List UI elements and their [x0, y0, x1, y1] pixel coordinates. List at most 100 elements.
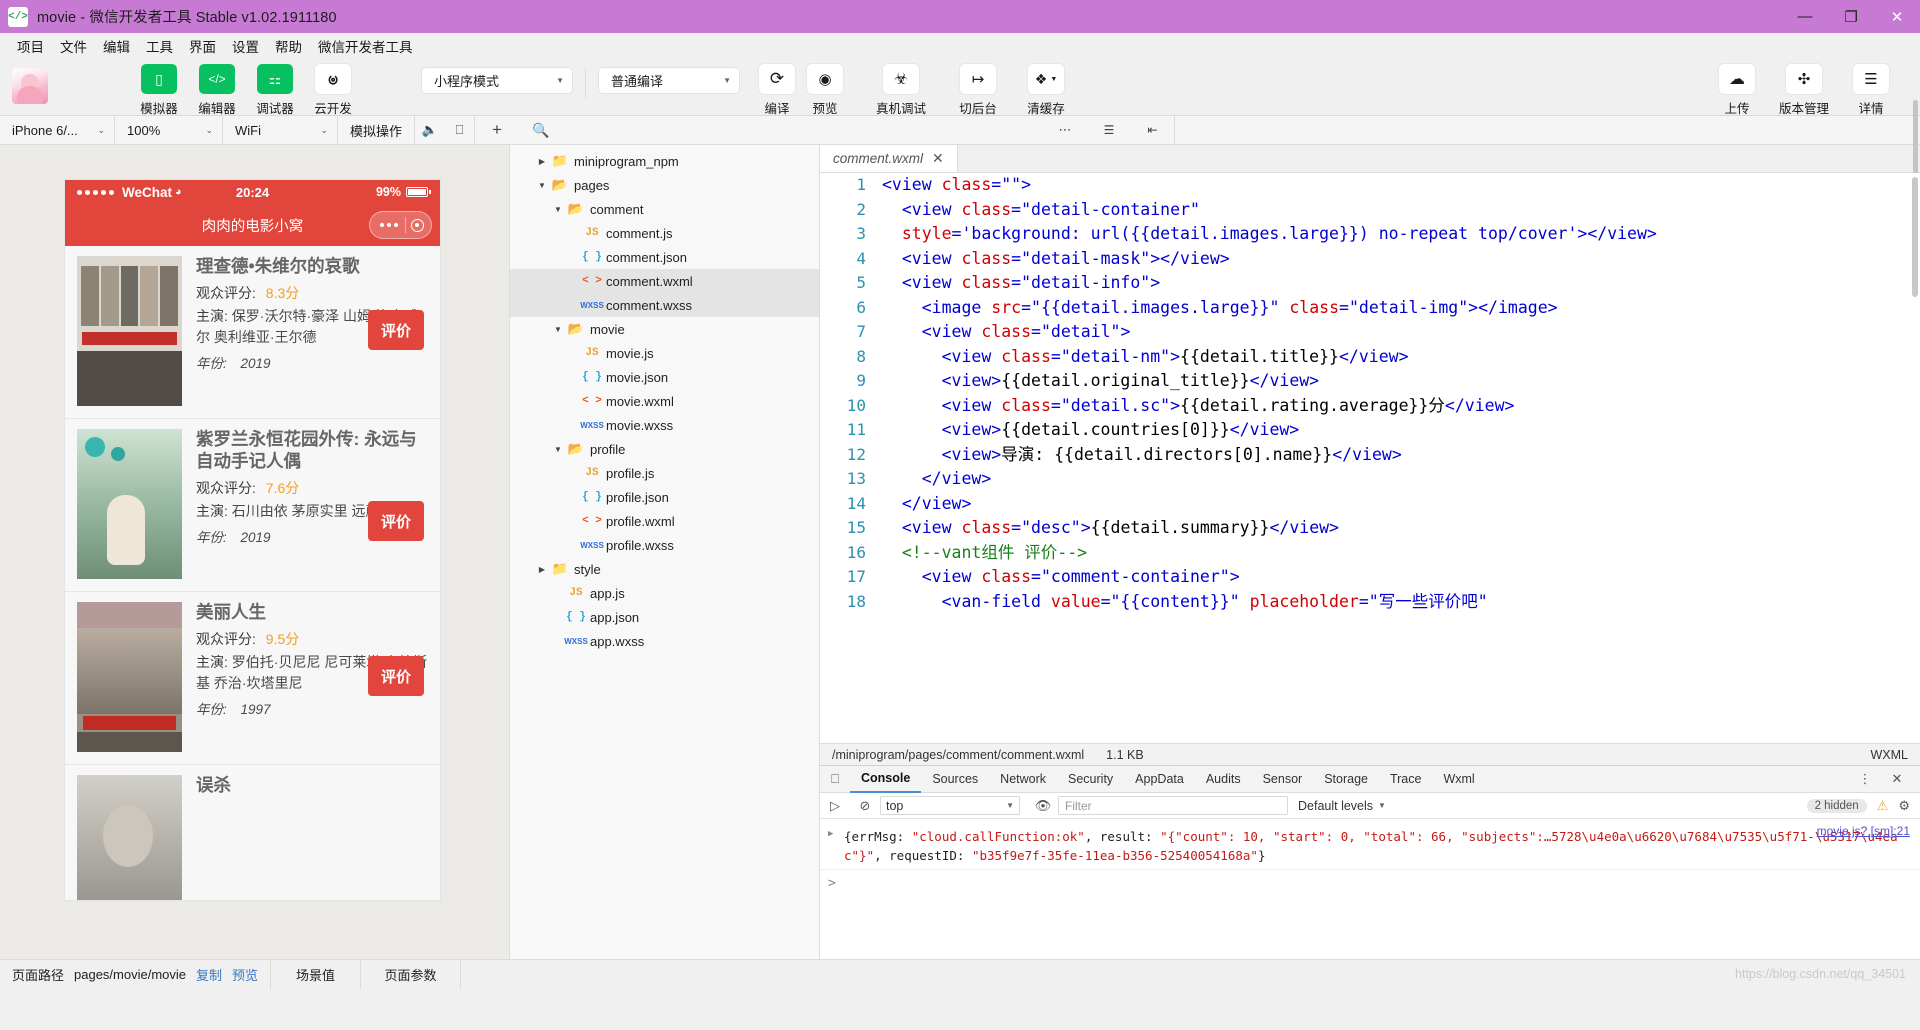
toggle-debugger-button[interactable]: ⚏ 调试器: [246, 64, 304, 117]
comment-button[interactable]: 评价: [368, 501, 424, 541]
compile-select[interactable]: 普通编译 ▼: [599, 68, 739, 93]
compile-button[interactable]: ⟳ 编译: [753, 64, 801, 117]
tree-file[interactable]: < > movie.wxml: [510, 389, 819, 413]
code-content[interactable]: <view class="detail-nm">{{detail.title}}…: [882, 345, 1920, 370]
close-icon[interactable]: ✕: [1882, 771, 1912, 787]
upload-button[interactable]: ☁ 上传: [1706, 64, 1768, 117]
real-device-debug-button[interactable]: ☣ 真机调试: [865, 64, 937, 117]
play-icon[interactable]: ▷: [820, 798, 850, 814]
clear-cache-button[interactable]: ❖ ▼ 清缓存: [1015, 64, 1077, 117]
movie-list[interactable]: 理查德•朱维尔的哀歌 观众评分: 8.3分 主演: 保罗·沃尔特·豪泽 山姆·洛…: [65, 246, 440, 900]
scene-value-cell[interactable]: 场景值: [271, 959, 362, 989]
details-button[interactable]: ☰ 详情: [1840, 64, 1902, 117]
code-content[interactable]: <view class="detail">: [882, 320, 1920, 345]
settings-icon[interactable]: ⚙: [1898, 798, 1910, 814]
simulate-action-button[interactable]: 模拟操作: [338, 115, 416, 145]
code-content[interactable]: </view>: [882, 467, 1920, 492]
code-content[interactable]: </view>: [882, 492, 1920, 517]
code-content[interactable]: <view class="detail-info">: [882, 271, 1920, 296]
code-content[interactable]: <van-field value="{{content}}" placehold…: [882, 590, 1920, 615]
code-content[interactable]: <view>{{detail.countries[0]}}</view>: [882, 418, 1920, 443]
wechat-capsule[interactable]: [369, 211, 432, 239]
window-icon[interactable]: ⎕: [445, 115, 476, 145]
network-select[interactable]: WiFi ⌄: [223, 115, 338, 145]
devtools-tab-console[interactable]: Console: [850, 766, 922, 793]
movie-list-item[interactable]: 理查德•朱维尔的哀歌 观众评分: 8.3分 主演: 保罗·沃尔特·豪泽 山姆·洛…: [65, 246, 440, 419]
tree-file[interactable]: WXSS profile.wxss: [510, 533, 819, 557]
warning-icon[interactable]: ⚠: [1877, 798, 1889, 814]
preview-button[interactable]: ◉ 预览: [801, 64, 849, 117]
menu-item-devtools[interactable]: 微信开发者工具: [310, 34, 421, 58]
device-select[interactable]: iPhone 6/... ⌄: [0, 115, 115, 145]
devtools-tab-sensor[interactable]: Sensor: [1252, 766, 1314, 793]
editor-tab-comment-wxml[interactable]: comment.wxml ✕: [820, 145, 958, 172]
code-content[interactable]: <view>导演: {{detail.directors[0].name}}</…: [882, 443, 1920, 468]
chevron-right-icon[interactable]: ▶: [534, 157, 550, 166]
code-content[interactable]: <view>{{detail.original_title}}</view>: [882, 369, 1920, 394]
version-control-button[interactable]: ✣ 版本管理: [1768, 64, 1840, 117]
toggle-simulator-button[interactable]: ▯ 模拟器: [130, 64, 188, 117]
tree-file[interactable]: JS profile.js: [510, 461, 819, 485]
tree-file[interactable]: WXSS app.wxss: [510, 629, 819, 653]
tree-file[interactable]: { } app.json: [510, 605, 819, 629]
movie-list-item[interactable]: 紫罗兰永恒花园外传: 永远与自动手记人偶 观众评分: 7.6分 主演: 石川由依…: [65, 419, 440, 592]
console-context-select[interactable]: top ▼: [880, 796, 1020, 815]
tree-file[interactable]: < > profile.wxml: [510, 509, 819, 533]
menu-item-settings[interactable]: 设置: [224, 34, 267, 58]
tree-file[interactable]: { } comment.json: [510, 245, 819, 269]
editor-scrollbar[interactable]: [1912, 177, 1918, 297]
maximize-button[interactable]: ❐: [1828, 0, 1874, 33]
code-content[interactable]: <image src="{{detail.images.large}}" cla…: [882, 296, 1920, 321]
console-output[interactable]: movie.js? [sm]:21 ▶ {errMsg: "cloud.call…: [820, 819, 1920, 959]
chevron-down-icon[interactable]: ▼: [550, 205, 566, 214]
devtools-tab-security[interactable]: Security: [1057, 766, 1124, 793]
code-content[interactable]: style='background: url({{detail.images.l…: [882, 222, 1920, 247]
clear-console-icon[interactable]: ⊘: [850, 798, 880, 814]
more-icon[interactable]: ⋯: [1043, 116, 1087, 145]
close-button[interactable]: ✕: [1874, 0, 1920, 33]
tree-file[interactable]: WXSS comment.wxss: [510, 293, 819, 317]
console-levels-select[interactable]: Default levels ▼: [1298, 799, 1386, 813]
tree-file[interactable]: < > comment.wxml: [510, 269, 819, 293]
capsule-more-icon[interactable]: [373, 223, 405, 227]
copy-path-link[interactable]: 复制: [196, 965, 222, 984]
tree-file[interactable]: JS comment.js: [510, 221, 819, 245]
sidebar-toggle-icon[interactable]: ⇤: [1131, 115, 1175, 145]
comment-button[interactable]: 评价: [368, 310, 424, 350]
inspect-icon[interactable]: ⎕: [820, 771, 850, 787]
page-params-cell[interactable]: 页面参数: [361, 959, 462, 989]
user-avatar[interactable]: [12, 68, 48, 104]
file-tree[interactable]: ▶ 📁 miniprogram_npm ▼ 📂 pages ▼ 📂 comment JS comme…: [510, 145, 819, 959]
menu-item-file[interactable]: 文件: [52, 34, 95, 58]
movie-list-item[interactable]: 美丽人生 观众评分: 9.5分 主演: 罗伯托·贝尼尼 尼可莱塔·布拉斯基 乔治…: [65, 592, 440, 765]
code-content[interactable]: <!--vant组件 评价-->: [882, 541, 1920, 566]
console-prompt[interactable]: >: [820, 870, 1920, 897]
code-content[interactable]: <view class="detail.sc">{{detail.rating.…: [882, 394, 1920, 419]
expand-arrow-icon[interactable]: ▶: [828, 827, 844, 839]
menu-item-help[interactable]: 帮助: [267, 34, 310, 58]
devtools-tab-wxml[interactable]: Wxml: [1432, 766, 1485, 793]
close-icon[interactable]: ✕: [932, 150, 944, 167]
devtools-tab-appdata[interactable]: AppData: [1124, 766, 1195, 793]
menu-item-tools[interactable]: 工具: [138, 34, 181, 58]
code-content[interactable]: <view class="detail-mask"></view>: [882, 247, 1920, 272]
tree-folder[interactable]: ▼ 📂 comment: [510, 197, 819, 221]
menu-item-ui[interactable]: 界面: [181, 34, 224, 58]
toggle-cloud-dev-button[interactable]: ၑ 云开发: [304, 64, 362, 117]
collapse-icon[interactable]: ☰: [1087, 116, 1131, 145]
comment-button[interactable]: 评价: [368, 656, 424, 696]
search-icon[interactable]: 🔍: [519, 116, 563, 145]
tree-file[interactable]: JS app.js: [510, 581, 819, 605]
menu-item-project[interactable]: 项目: [9, 34, 52, 58]
zoom-select[interactable]: 100% ⌄: [115, 115, 223, 145]
kebab-icon[interactable]: ⋮: [1850, 771, 1880, 787]
capsule-close-icon[interactable]: [406, 218, 428, 232]
chevron-down-icon[interactable]: ▼: [550, 325, 566, 334]
tree-folder[interactable]: ▼ 📂 profile: [510, 437, 819, 461]
chevron-down-icon[interactable]: ▼: [534, 181, 550, 190]
tree-file[interactable]: JS movie.js: [510, 341, 819, 365]
devtools-tab-sources[interactable]: Sources: [921, 766, 989, 793]
menu-item-edit[interactable]: 编辑: [95, 34, 138, 58]
tree-folder[interactable]: ▶ 📁 style: [510, 557, 819, 581]
volume-icon[interactable]: 🔈: [415, 116, 445, 145]
